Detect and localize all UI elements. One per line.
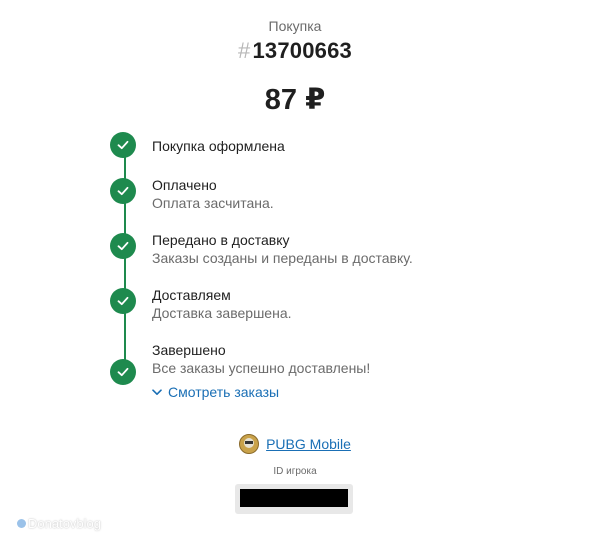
step-description: Все заказы успешно доставлены! (152, 360, 371, 376)
hash-symbol: # (238, 38, 251, 63)
check-icon (110, 288, 136, 314)
check-icon (110, 132, 136, 158)
purchase-amount: 87 ₽ (264, 84, 326, 116)
status-timeline: Покупка оформлена Оплачено Оплата засчит… (110, 132, 530, 412)
step-description: Оплата засчитана. (152, 195, 274, 211)
step-title: Оплачено (152, 177, 217, 193)
step-title: Доставляем (152, 287, 231, 303)
player-id-redacted (240, 489, 348, 507)
purchase-label: Покупка (268, 18, 322, 34)
player-id-label: ID игрока (273, 466, 317, 477)
watermark-text: Donatovblog (28, 516, 101, 531)
watermark: Donatovblog (17, 516, 101, 531)
game-name-link[interactable]: PUBG Mobile (266, 436, 351, 452)
view-orders-label: Смотреть заказы (168, 384, 280, 400)
check-icon (110, 178, 136, 204)
check-icon (110, 359, 136, 385)
game-link[interactable]: PUBG Mobile (0, 434, 590, 454)
step-description: Заказы созданы и переданы в доставку. (152, 250, 413, 266)
step-title: Передано в доставку (152, 232, 290, 248)
player-id-field (235, 484, 353, 514)
order-number-value: 13700663 (252, 38, 352, 63)
step-title: Покупка оформлена (152, 138, 285, 154)
view-orders-link[interactable]: Смотреть заказы (152, 384, 279, 400)
step-title: Завершено (152, 342, 226, 358)
purchase-page: Покупка #13700663 87 ₽ Покупка оформлена… (0, 0, 590, 552)
check-icon (110, 233, 136, 259)
chevron-down-icon (152, 388, 162, 396)
pubg-icon (239, 434, 260, 454)
order-number: #13700663 (0, 38, 590, 64)
step-description: Доставка завершена. (152, 305, 292, 321)
watermark-dot-icon (17, 519, 26, 528)
